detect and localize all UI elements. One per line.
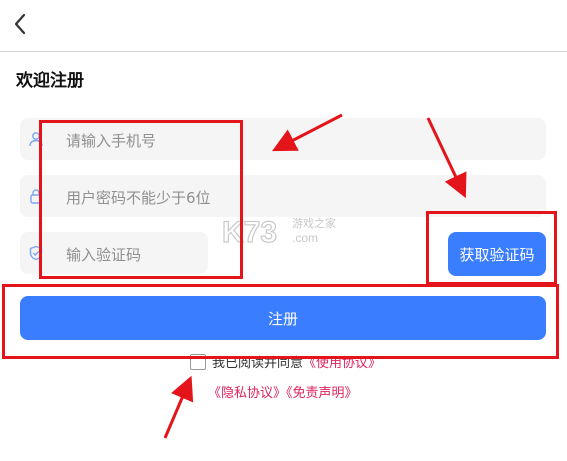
- annotation-arrows: [163, 113, 467, 439]
- arrow-to-inputs: [272, 113, 343, 152]
- arrow-to-checkbox: [163, 375, 194, 439]
- arrow-to-get-code: [426, 117, 467, 199]
